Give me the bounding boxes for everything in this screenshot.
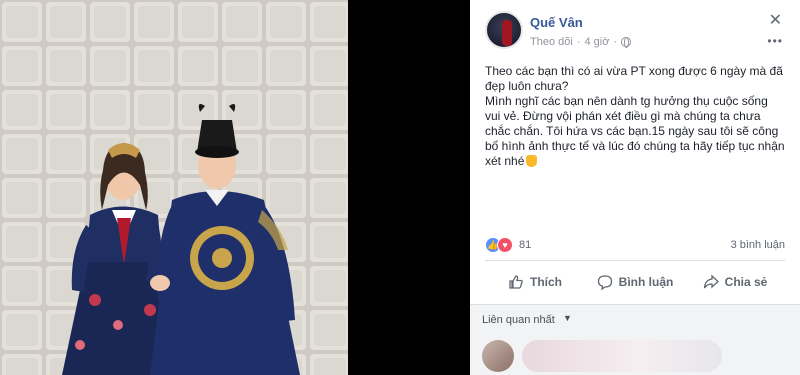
- comment-item: [470, 334, 800, 375]
- reactions-bar: 👍 ♥ 81 3 bình luận: [485, 236, 785, 254]
- hand-emoji-icon: [526, 155, 538, 167]
- post-paragraph-2: Mình nghĩ các bạn nên dành tg hưởng thụ …: [485, 94, 785, 169]
- action-bar: Thích Bình luận Chia sẻ: [485, 266, 785, 298]
- comment-sort[interactable]: Liên quan nhất ▼: [470, 304, 800, 334]
- post-time[interactable]: 4 giờ: [584, 36, 609, 48]
- sort-label[interactable]: Liên quan nhất: [482, 314, 555, 326]
- comment-count[interactable]: 3 bình luận: [731, 239, 785, 251]
- share-arrow-icon: [703, 274, 719, 289]
- comment-label: Bình luận: [618, 275, 674, 289]
- post-header: Quế Vân Theo dõi · 4 giờ · ✕ •••: [470, 0, 800, 62]
- reaction-count[interactable]: 81: [519, 239, 531, 251]
- meta-separator: ·: [576, 36, 581, 48]
- author-name[interactable]: Quế Vân: [530, 15, 583, 30]
- post-body: Theo các bạn thì có ai vừa PT xong được …: [485, 64, 785, 169]
- post-paragraph-1: Theo các bạn thì có ai vừa PT xong được …: [485, 64, 783, 93]
- close-icon[interactable]: ✕: [769, 10, 782, 30]
- commenter-avatar[interactable]: [482, 340, 514, 372]
- like-button[interactable]: Thích: [485, 266, 585, 298]
- comment-bubble-icon: [597, 275, 612, 290]
- love-reaction-icon[interactable]: ♥: [497, 237, 513, 253]
- comment-bubble-blurred: [522, 340, 722, 372]
- more-options-icon[interactable]: •••: [767, 34, 783, 48]
- photo-illustration: [0, 0, 348, 375]
- post-photo[interactable]: [0, 0, 348, 375]
- like-label: Thích: [530, 275, 562, 289]
- author-avatar[interactable]: [485, 11, 523, 49]
- post-card: Quế Vân Theo dõi · 4 giờ · ✕ ••• Theo cá…: [470, 0, 800, 375]
- share-button[interactable]: Chia sẻ: [685, 266, 785, 298]
- share-label: Chia sẻ: [724, 275, 768, 289]
- meta-separator-2: ·: [613, 36, 618, 48]
- chevron-down-icon[interactable]: ▼: [563, 313, 572, 323]
- thumbs-up-icon: [509, 275, 523, 289]
- follow-link[interactable]: Theo dõi: [530, 36, 573, 48]
- post-meta: Theo dõi · 4 giờ ·: [530, 36, 632, 48]
- comment-button[interactable]: Bình luận: [585, 266, 685, 298]
- divider: [485, 260, 785, 261]
- globe-icon: [621, 37, 632, 48]
